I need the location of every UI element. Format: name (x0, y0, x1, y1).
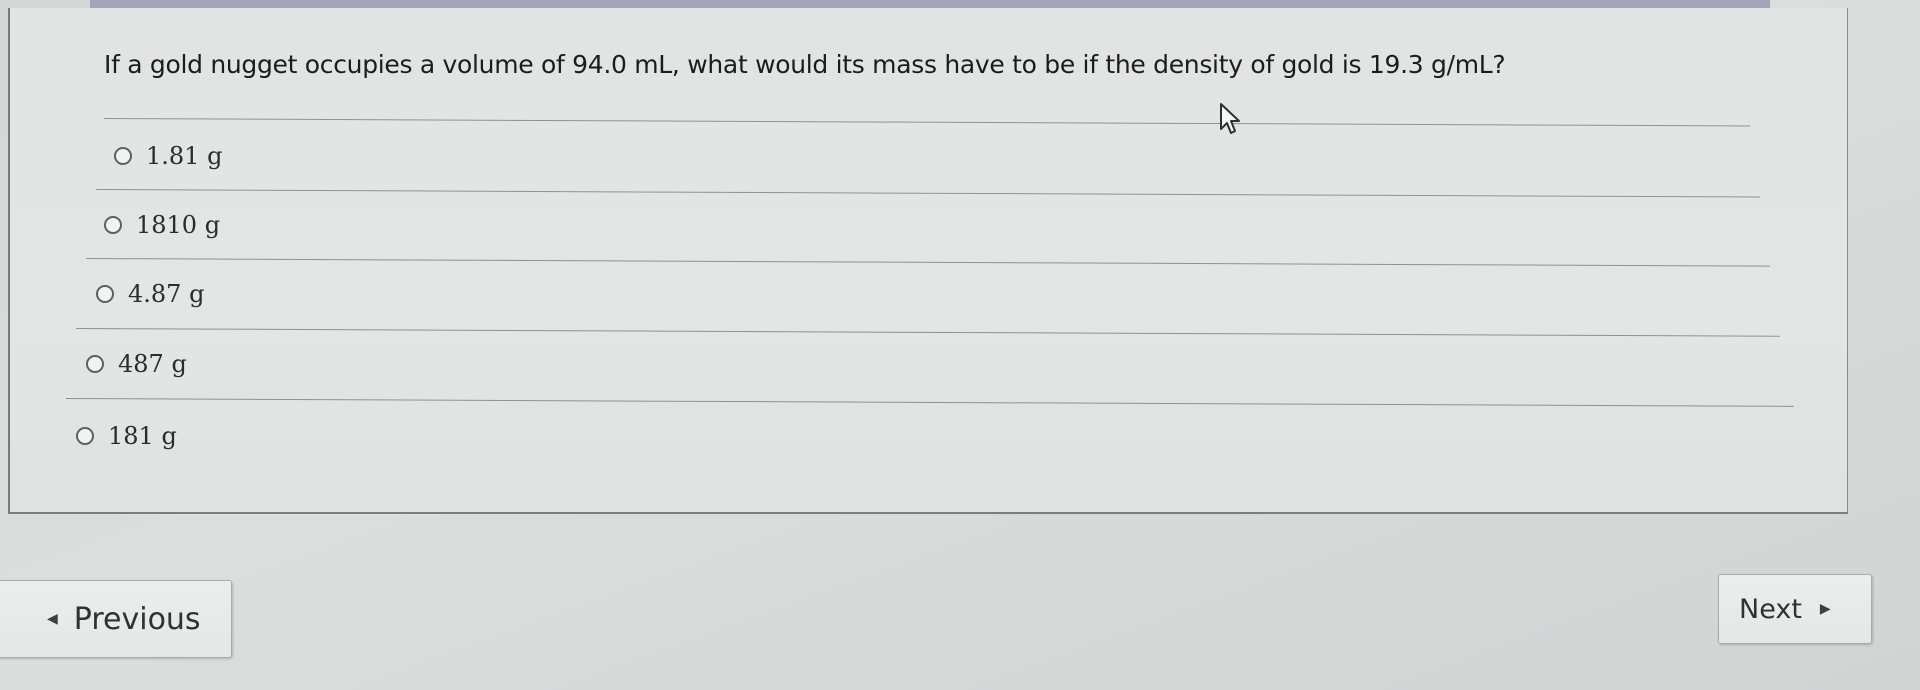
radio-button-icon[interactable] (86, 355, 104, 373)
answer-option[interactable]: 4.87 g (96, 277, 204, 311)
previous-button-label: Previous (73, 601, 201, 637)
radio-button-icon[interactable] (104, 216, 122, 234)
radio-button-icon[interactable] (76, 427, 94, 445)
next-button-label: Next (1739, 593, 1802, 625)
radio-button-icon[interactable] (114, 147, 132, 165)
answer-option[interactable]: 181 g (76, 419, 177, 453)
next-button[interactable]: Next ▶ (1718, 574, 1872, 644)
previous-button[interactable]: ◀ Previous (0, 580, 232, 658)
answer-option-label: 4.87 g (128, 280, 205, 308)
mouse-pointer-icon (1220, 103, 1240, 134)
question-text: If a gold nugget occupies a volume of 94… (104, 50, 1506, 79)
answer-option-label: 1.81 g (146, 142, 223, 170)
answer-option[interactable]: 1810 g (104, 208, 220, 242)
answer-option-label: 1810 g (136, 211, 221, 239)
triangle-left-icon: ◀ (47, 611, 58, 627)
triangle-right-icon: ▶ (1819, 601, 1831, 617)
answer-option-label: 181 g (108, 422, 177, 450)
answer-option[interactable]: 487 g (86, 347, 187, 381)
answer-option[interactable]: 1.81 g (114, 139, 222, 173)
radio-button-icon[interactable] (96, 285, 114, 303)
answer-option-label: 487 g (118, 350, 187, 378)
